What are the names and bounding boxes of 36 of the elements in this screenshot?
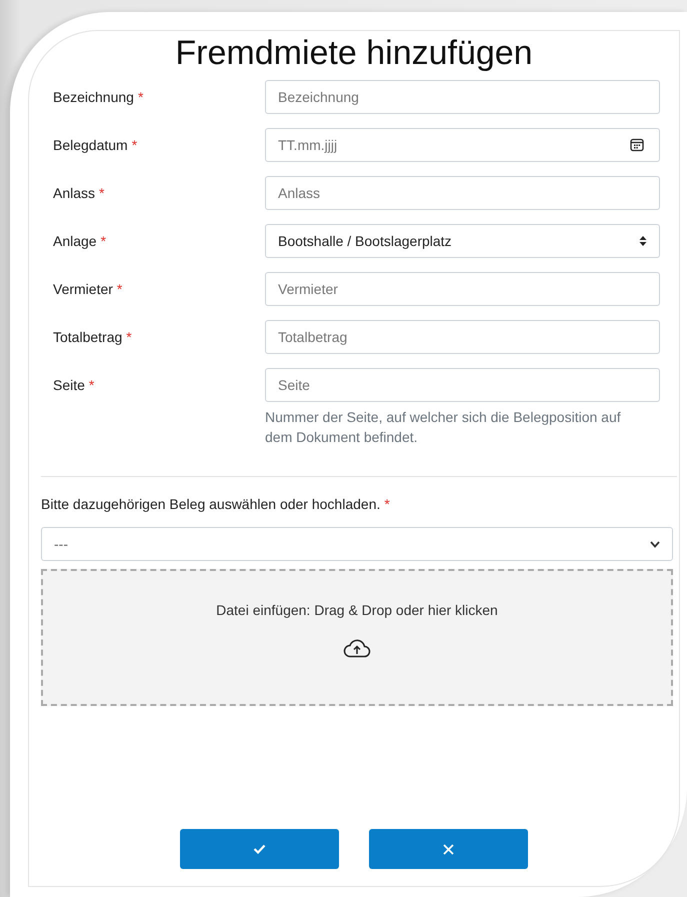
- close-icon: [443, 844, 454, 854]
- field-label: Vermieter: [53, 281, 113, 297]
- field-label: Seite: [53, 377, 85, 393]
- text-field[interactable]: Vermieter: [265, 272, 660, 306]
- text-field[interactable]: Anlass: [265, 176, 660, 210]
- sort-caret-icon: [639, 235, 647, 247]
- required-mark: *: [132, 137, 138, 153]
- required-mark: *: [88, 377, 94, 393]
- required-mark: *: [100, 233, 106, 249]
- upload-label: Bitte dazugehörigen Beleg auswählen oder hochladen.: [41, 496, 380, 512]
- document-select[interactable]: ---: [41, 527, 673, 561]
- text-field[interactable]: Seite: [265, 368, 660, 402]
- cloud-upload-icon: [343, 638, 371, 658]
- field-label: Belegdatum: [53, 137, 128, 153]
- text-field[interactable]: Totalbetrag: [265, 320, 660, 354]
- required-mark: *: [126, 329, 132, 345]
- required-mark: *: [99, 185, 104, 201]
- required-mark: *: [138, 89, 144, 105]
- required-mark: *: [116, 281, 122, 297]
- calendar-icon[interactable]: [630, 138, 644, 152]
- select-field[interactable]: Bootshalle / Bootslagerplatz: [265, 224, 660, 258]
- file-dropzone[interactable]: Datei einfügen: Drag & Drop oder hier klicken: [41, 569, 673, 706]
- field-label: Totalbetrag: [53, 329, 122, 345]
- confirm-button[interactable]: [180, 829, 339, 869]
- date-field[interactable]: TT.mm.jjjj: [265, 128, 660, 162]
- dropzone-text: Datei einfügen: Drag & Drop oder hier klicken: [216, 602, 498, 618]
- chevron-down-icon: [650, 540, 660, 548]
- text-field[interactable]: Bezeichnung: [265, 80, 660, 114]
- cancel-button[interactable]: [369, 829, 528, 869]
- check-icon: [253, 844, 266, 854]
- required-mark: *: [384, 496, 390, 512]
- form-title: Fremdmiete hinzufügen: [174, 33, 534, 74]
- help-text: Nummer der Seite, auf welcher sich die Belegposition auf dem Dokument befindet.: [265, 408, 622, 447]
- field-label: Bezeichnung: [53, 89, 134, 105]
- field-label: Anlage: [53, 233, 97, 249]
- field-label: Anlass: [53, 185, 96, 201]
